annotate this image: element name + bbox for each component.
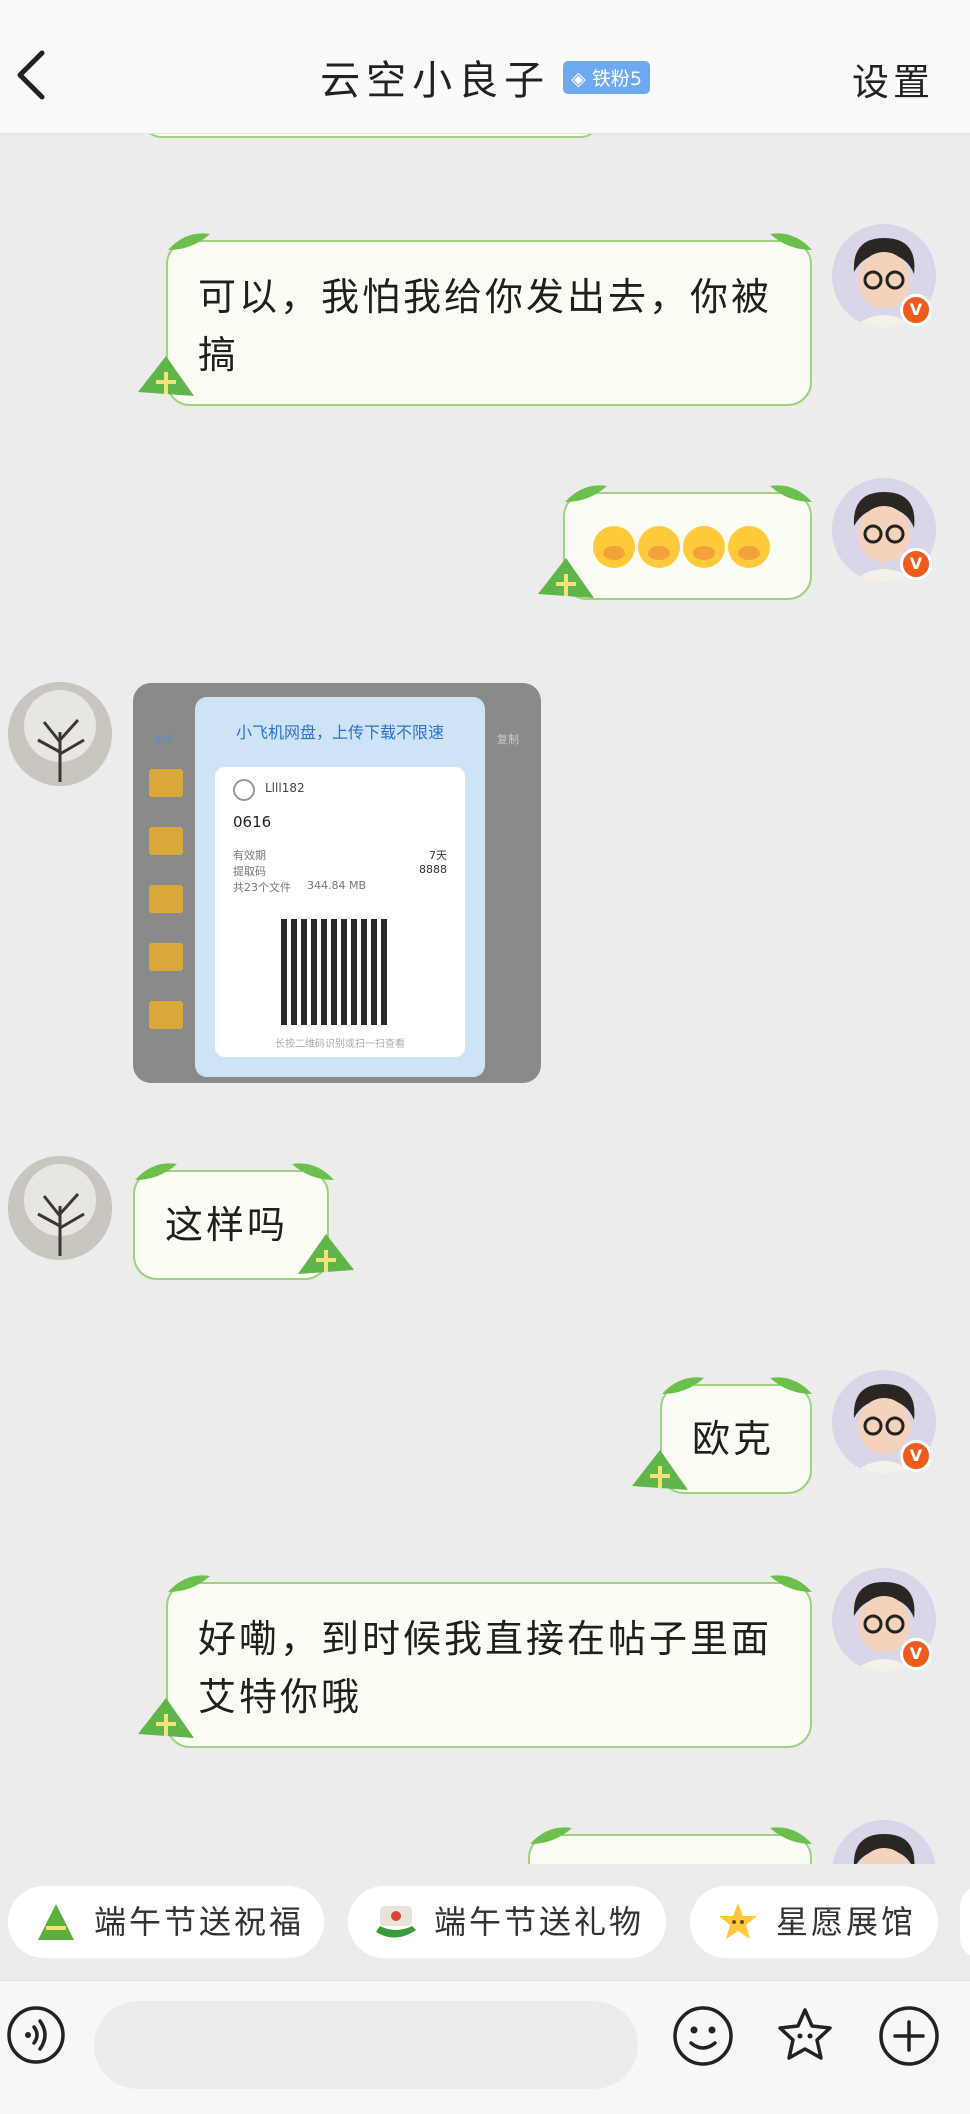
- share-code: 0616: [233, 813, 272, 831]
- files-label: 共23个文件: [233, 881, 291, 894]
- leaf-top-right-icon: [770, 485, 812, 502]
- leaf-top-left-icon: [565, 485, 607, 502]
- snowy-tree-avatar-icon: [8, 682, 112, 786]
- leaf-top-right-icon: [770, 1377, 812, 1394]
- message-text: 欧克: [692, 1417, 775, 1461]
- folder-icon: [149, 885, 183, 913]
- input-bar: [0, 1980, 970, 2114]
- contact-avatar[interactable]: [8, 1156, 112, 1260]
- fan-level-badge: ◈ 铁粉5: [563, 60, 650, 94]
- folder-icon: [149, 1001, 183, 1029]
- zongzi-leaf-decoration-icon: [538, 558, 594, 598]
- message-bubble-me[interactable]: [563, 492, 812, 600]
- dragon-boat-icon: [376, 1906, 416, 1938]
- quick-action-chips: 端午节送祝福 端午节送礼物 星愿展馆: [0, 1864, 970, 1980]
- validity-value: 7天: [429, 849, 447, 862]
- leaf-top-left-icon: [530, 1827, 572, 1844]
- tab-all: 全部: [153, 733, 175, 746]
- snowy-tree-avatar-icon: [8, 1156, 112, 1260]
- chat-header: 云空小良子 ◈ 铁粉5 设置: [0, 0, 970, 134]
- zongzi-leaf-decoration-icon: [632, 1450, 688, 1490]
- tab-right: 复制: [497, 733, 519, 746]
- verified-badge-icon: V: [900, 294, 932, 326]
- chip-dragon-boat-gift[interactable]: 端午节送礼物: [348, 1886, 666, 1958]
- settings-button[interactable]: 设置: [852, 52, 934, 106]
- folder-icon: [149, 769, 183, 797]
- mouth-covered-emoji-icon: [638, 526, 680, 568]
- files-size: 344.84 MB: [307, 879, 367, 892]
- leaf-top-left-icon: [662, 1377, 704, 1394]
- mouth-covered-emoji-icon: [593, 526, 635, 568]
- share-card-inner: Llll182 0616 有效期 7天 提取码 8888 共23个文件 344.…: [215, 767, 465, 1057]
- zongzi-icon: [38, 1904, 74, 1940]
- message-text: 可以，我怕我给你发出去，你被搞: [198, 275, 773, 377]
- qr-code-icon: [281, 919, 387, 1025]
- extract-value: 8888: [419, 863, 447, 876]
- chip-partial[interactable]: [960, 1886, 970, 1958]
- leaf-top-left-icon: [135, 1163, 177, 1180]
- message-bubble-me[interactable]: 好嘞，到时候我直接在帖子里面艾特你哦: [166, 1582, 812, 1748]
- leaf-top-left-icon: [168, 233, 210, 250]
- validity-label: 有效期: [233, 849, 266, 862]
- chat-title[interactable]: 云空小良子: [320, 58, 550, 104]
- message-input[interactable]: [94, 2001, 638, 2089]
- voice-input-icon[interactable]: [6, 2005, 66, 2065]
- leaf-top-right-icon: [770, 1827, 812, 1844]
- zongzi-leaf-decoration-icon: [138, 356, 194, 396]
- message-text: 好嘞，到时候我直接在帖子里面艾特你哦: [198, 1617, 773, 1719]
- title-area: 云空小良子 ◈ 铁粉5: [0, 48, 970, 106]
- zongzi-leaf-decoration-icon: [138, 1698, 194, 1738]
- chip-label: 星愿展馆: [776, 1903, 917, 1941]
- mouth-covered-emoji-icon: [683, 526, 725, 568]
- chip-label: 端午节送祝福: [94, 1903, 305, 1941]
- plus-more-icon[interactable]: [878, 2005, 940, 2067]
- share-card: 小飞机网盘，上传下载不限速 Llll182 0616 有效期 7天 提取码 88…: [195, 697, 485, 1077]
- chip-wish-gallery[interactable]: 星愿展馆: [690, 1886, 938, 1958]
- message-text: 这样吗: [165, 1203, 289, 1247]
- extract-label: 提取码: [233, 865, 266, 878]
- leaf-top-left-icon: [168, 1575, 210, 1592]
- qr-hint: 长按二维码识别或扫一扫查看: [275, 1039, 405, 1050]
- leaf-top-right-icon: [292, 1163, 334, 1180]
- verified-badge-icon: V: [900, 1638, 932, 1670]
- share-username: Llll182: [265, 781, 305, 795]
- emoji-row: [593, 526, 773, 584]
- boy-avatar-icon: [832, 1820, 936, 1864]
- chip-dragon-boat-blessing[interactable]: 端午节送祝福: [8, 1886, 324, 1958]
- user-icon: [233, 779, 255, 801]
- message-list[interactable]: V 可以，我怕我给你发出去，你被搞 V 全部 复制 小飞机网盘，上传下载不限速 …: [0, 134, 970, 1864]
- emoji-face-icon[interactable]: [672, 2005, 734, 2067]
- favorite-star-icon[interactable]: [774, 2005, 836, 2067]
- my-avatar[interactable]: [832, 1820, 936, 1864]
- verified-badge-icon: V: [900, 1440, 932, 1472]
- shared-image-message[interactable]: 全部 复制 小飞机网盘，上传下载不限速 Llll182 0616 有效期 7天 …: [133, 683, 541, 1083]
- verified-badge-icon: V: [900, 548, 932, 580]
- contact-avatar[interactable]: [8, 682, 112, 786]
- message-bubble-me[interactable]: 可以，我怕我给你发出去，你被搞: [166, 240, 812, 406]
- star-icon: [719, 1903, 757, 1939]
- leaf-top-right-icon: [770, 233, 812, 250]
- share-card-title: 小飞机网盘，上传下载不限速: [235, 723, 444, 742]
- chip-label: 端午节送礼物: [434, 1903, 645, 1941]
- leaf-top-right-icon: [770, 1575, 812, 1592]
- folder-icon: [149, 943, 183, 971]
- mouth-covered-emoji-icon: [728, 526, 770, 568]
- zongzi-leaf-decoration-icon: [298, 1234, 354, 1274]
- folder-icon: [149, 827, 183, 855]
- message-bubble-partial: [140, 134, 602, 138]
